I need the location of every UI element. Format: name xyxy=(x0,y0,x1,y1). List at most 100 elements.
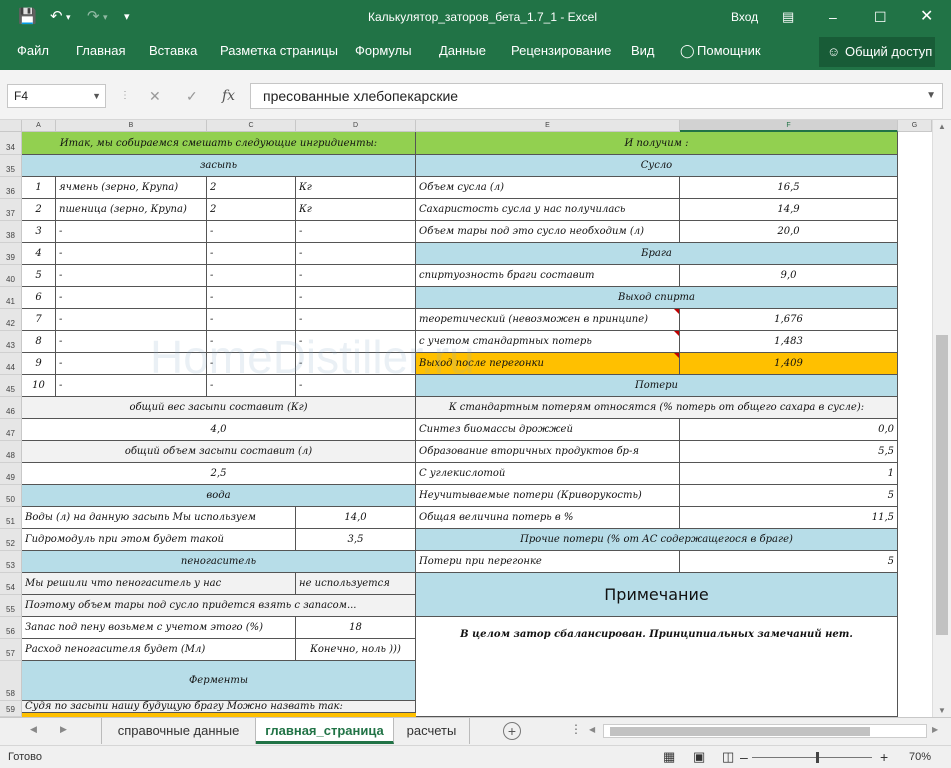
ingredient-name[interactable]: - xyxy=(56,375,207,397)
row-header[interactable]: 43 xyxy=(0,331,22,353)
comment-indicator-icon[interactable] xyxy=(674,353,679,358)
total-volume-label[interactable]: общий объем засыпи составит (л) xyxy=(22,441,416,463)
row-header[interactable]: 59 xyxy=(0,701,22,717)
total-volume-value[interactable]: 2,5 xyxy=(22,463,416,485)
brew-name-label[interactable]: Судя по засыпи нашу будущую брагу Можно … xyxy=(22,701,416,713)
ingredient-number[interactable]: 5 xyxy=(22,265,56,287)
add-sheet-button[interactable]: + xyxy=(503,722,521,740)
loss-total-value[interactable]: 11,5 xyxy=(680,507,898,529)
name-box[interactable]: F4 ▼ xyxy=(7,84,106,108)
page-layout-view-icon[interactable]: ▣ xyxy=(693,746,705,768)
prev-sheet-icon[interactable]: ◀ xyxy=(30,724,37,735)
column-header-a[interactable]: A xyxy=(22,120,56,132)
ingredient-number[interactable]: 9 xyxy=(22,353,56,375)
mash-abv-label[interactable]: спиртуозность браги составит xyxy=(416,265,680,287)
share-button[interactable]: ☺ Общий доступ xyxy=(819,37,935,67)
redo-icon[interactable]: ↷ xyxy=(87,7,100,27)
next-sheet-icon[interactable]: ▶ xyxy=(60,724,67,735)
loss-unaccounted-label[interactable]: Неучитываемые потери (Криворукость) xyxy=(416,485,680,507)
vertical-scrollbar[interactable]: ▲ ▼ xyxy=(932,120,951,717)
row-header[interactable]: 48 xyxy=(0,441,22,463)
antifoam-use-label[interactable]: Расход пеногасителя будет (Мл) xyxy=(22,639,296,661)
zoom-in-icon[interactable]: + xyxy=(880,746,888,768)
zoom-slider-track[interactable] xyxy=(752,757,872,758)
ingredient-number[interactable]: 8 xyxy=(22,331,56,353)
zoom-slider-thumb[interactable] xyxy=(816,752,819,763)
lightbulb-icon[interactable]: ◯ xyxy=(680,34,695,70)
row-header[interactable]: 47 xyxy=(0,419,22,441)
antifoam-use-value[interactable]: Конечно, ноль ))) xyxy=(296,639,416,661)
tab-home[interactable]: Главная xyxy=(76,34,125,70)
ingredient-unit[interactable]: - xyxy=(296,309,416,331)
foam-reserve-value[interactable]: 18 xyxy=(296,617,416,639)
undo-dropdown-icon[interactable]: ▾ xyxy=(66,7,71,27)
row-header[interactable]: 51 xyxy=(0,507,22,529)
losses-header[interactable]: Потери xyxy=(416,375,898,397)
zoom-out-icon[interactable]: – xyxy=(740,746,748,768)
right-block-title[interactable]: И получим : xyxy=(416,132,898,155)
ingredient-quantity[interactable]: - xyxy=(207,375,296,397)
antifoam-header[interactable]: пеногаситель xyxy=(22,551,416,573)
ingredient-number[interactable]: 1 xyxy=(22,177,56,199)
ingredient-unit[interactable]: - xyxy=(296,287,416,309)
expand-formula-icon[interactable]: ▼ xyxy=(926,84,936,108)
loss-byproducts-label[interactable]: Образование вторичных продуктов бр-я xyxy=(416,441,680,463)
ingredient-name[interactable]: - xyxy=(56,265,207,287)
tab-formulas[interactable]: Формулы xyxy=(355,34,412,70)
column-header-e[interactable]: E xyxy=(416,120,680,132)
wort-sugar-label[interactable]: Сахаристость сусла у нас получилась xyxy=(416,199,680,221)
scroll-right-icon[interactable]: ▶ xyxy=(932,725,938,734)
scroll-down-icon[interactable]: ▼ xyxy=(933,706,951,715)
tab-review[interactable]: Рецензирование xyxy=(511,34,611,70)
left-block-title[interactable]: Итак, мы собираемся смешать следующие ин… xyxy=(22,132,416,155)
ingredient-name[interactable]: пшеница (зерно, Крупа) xyxy=(56,199,207,221)
loss-co2-value[interactable]: 1 xyxy=(680,463,898,485)
distill-loss-value[interactable]: 5 xyxy=(680,551,898,573)
yield-header[interactable]: Выход спирта xyxy=(416,287,898,309)
water-value[interactable]: 14,0 xyxy=(296,507,416,529)
antifoam-value[interactable]: не используется xyxy=(296,573,416,595)
worksheet-grid[interactable]: A B C D E F G 34 35 36 37 38 39 40 41 42… xyxy=(0,120,951,717)
loss-biomass-value[interactable]: 0,0 xyxy=(680,419,898,441)
ingredient-number[interactable]: 10 xyxy=(22,375,56,397)
ingredient-name[interactable]: - xyxy=(56,287,207,309)
row-header[interactable]: 38 xyxy=(0,221,22,243)
row-header[interactable]: 37 xyxy=(0,199,22,221)
ingredient-unit[interactable]: Кг xyxy=(296,177,416,199)
tab-page-layout[interactable]: Разметка страницы xyxy=(220,34,338,70)
note-title[interactable]: Примечание xyxy=(416,573,898,617)
undo-icon[interactable]: ↶ xyxy=(50,7,63,27)
ingredient-number[interactable]: 4 xyxy=(22,243,56,265)
tab-file[interactable]: Файл xyxy=(17,34,49,70)
row-header[interactable]: 41 xyxy=(0,287,22,309)
ingredient-number[interactable]: 3 xyxy=(22,221,56,243)
row-header[interactable]: 44 xyxy=(0,353,22,375)
row-header[interactable]: 36 xyxy=(0,177,22,199)
minimize-icon[interactable]: – xyxy=(829,0,837,34)
ingredient-quantity[interactable]: - xyxy=(207,243,296,265)
yield-standard-value[interactable]: 1,483 xyxy=(680,331,898,353)
hydromodule-label[interactable]: Гидромодуль при этом будет такой xyxy=(22,529,296,551)
yield-after-distillation-label[interactable]: Выход после перегонки xyxy=(416,353,680,375)
ingredient-quantity[interactable]: - xyxy=(207,353,296,375)
ingredient-name[interactable]: - xyxy=(56,243,207,265)
close-icon[interactable]: ✕ xyxy=(920,0,933,34)
column-header-f[interactable]: F xyxy=(680,120,898,132)
note-text[interactable]: В целом затор сбалансирован. Принципиаль… xyxy=(416,617,898,717)
hydromodule-value[interactable]: 3,5 xyxy=(296,529,416,551)
ingredient-name[interactable]: - xyxy=(56,309,207,331)
scroll-left-icon[interactable]: ◀ xyxy=(589,725,595,734)
ingredient-unit[interactable]: - xyxy=(296,243,416,265)
ingredient-unit[interactable]: - xyxy=(296,375,416,397)
redo-dropdown-icon[interactable]: ▾ xyxy=(103,7,108,27)
water-label[interactable]: Воды (л) на данную засыпь Мы используем xyxy=(22,507,296,529)
ingredient-name[interactable]: ячмень (зерно, Крупа) xyxy=(56,177,207,199)
water-header[interactable]: вода xyxy=(22,485,416,507)
comment-indicator-icon[interactable] xyxy=(674,331,679,336)
row-header[interactable]: 54 xyxy=(0,573,22,595)
formula-input[interactable]: пресованные хлебопекарские ▼ xyxy=(250,83,943,109)
save-icon[interactable]: 💾 xyxy=(18,7,37,27)
ribbon-display-icon[interactable]: ▤ xyxy=(782,0,794,34)
ingredient-quantity[interactable]: 2 xyxy=(207,177,296,199)
customize-toolbar-icon[interactable]: ▾ xyxy=(124,7,130,27)
